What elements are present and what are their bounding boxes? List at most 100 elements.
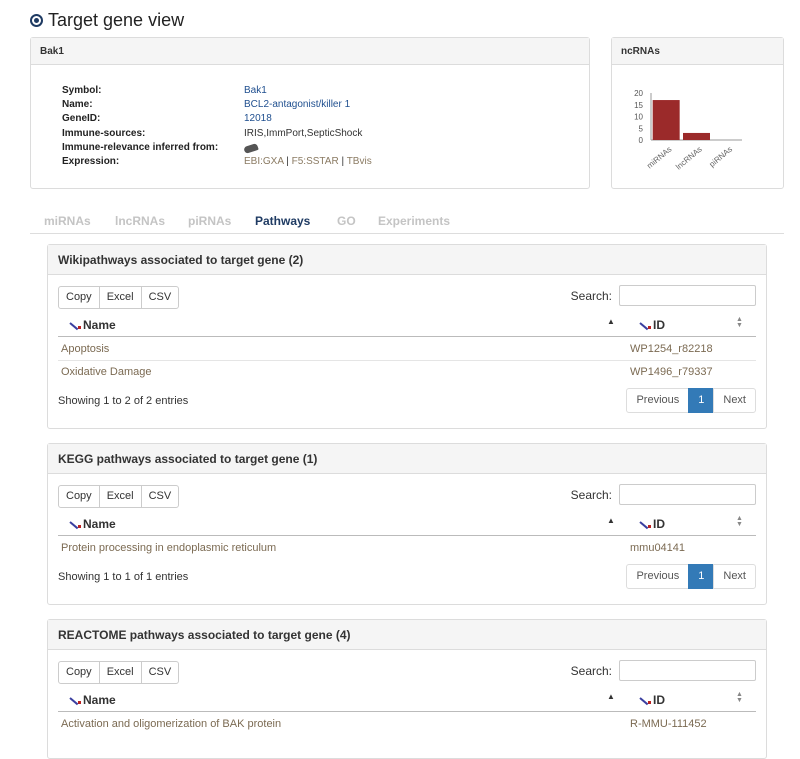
id-column-header[interactable]: ID (640, 318, 665, 332)
copy-button[interactable]: Copy (58, 661, 100, 684)
x-tick-label: piRNAs (708, 145, 735, 169)
pathway-name: Apoptosis (61, 343, 110, 355)
ebi-gxa-link[interactable]: EBI:GXA (244, 156, 283, 167)
next-page-button[interactable]: Next (713, 388, 756, 413)
page-title-text: Target gene view (48, 10, 185, 30)
sort-icon (640, 520, 651, 528)
table-row: Protein processing in endoplasmic reticu… (58, 537, 756, 560)
search-label: Search: (570, 289, 612, 303)
id-column-header[interactable]: ID (640, 517, 665, 531)
y-tick-label: 10 (634, 113, 643, 122)
x-tick-label: miRNAs (645, 145, 673, 171)
previous-page-button[interactable]: Previous (626, 564, 690, 589)
expression-separator: | (341, 155, 345, 167)
y-tick-label: 5 (639, 124, 644, 133)
excel-button[interactable]: Excel (98, 661, 142, 684)
reactome-panel: REACTOME pathways associated to target g… (47, 619, 767, 759)
pathway-name: Protein processing in endoplasmic reticu… (61, 542, 277, 554)
csv-button[interactable]: CSV (140, 661, 180, 684)
table-row: Activation and oligomerization of BAK pr… (58, 713, 756, 736)
table-header: Name ▲ ID ▲ ▼ (58, 315, 756, 337)
page-1-button[interactable]: 1 (688, 388, 715, 413)
immune-sources-value: IRIS,ImmPort,SepticShock (244, 127, 363, 139)
ncrna-bar-chart: 0 5 10 15 20 miRNAs lncRNAs piRNAs (634, 89, 742, 172)
tab-pathways[interactable]: Pathways (255, 214, 310, 228)
sort-asc-icon[interactable]: ▲ (607, 317, 615, 326)
pathway-id: R-MMU-111452 (630, 718, 707, 730)
id-column-header[interactable]: ID (640, 693, 665, 707)
gene-symbol-row: Symbol: Bak1 (62, 85, 372, 99)
expression-row: Expression: EBI:GXA | F5:SSTAR | TBvis (62, 156, 372, 170)
tbvis-link[interactable]: TBvis (347, 156, 372, 167)
immune-sources-row: Immune-sources: IRIS,ImmPort,SepticShock (62, 128, 372, 142)
excel-button[interactable]: Excel (98, 286, 142, 309)
sort-icon (70, 696, 81, 704)
symbol-link[interactable]: Bak1 (244, 85, 267, 96)
table-row: Oxidative Damage WP1496_r79337 (58, 361, 756, 384)
panel-title: Wikipathways associated to target gene (… (48, 245, 766, 275)
pagination: Previous 1 Next (626, 388, 756, 413)
table-info: Showing 1 to 1 of 1 entries (58, 571, 189, 583)
sort-both-icon[interactable]: ▲ ▼ (736, 691, 743, 704)
search-input[interactable] (619, 660, 756, 681)
table-header: Name ▲ ID ▲ ▼ (58, 514, 756, 536)
y-tick-label: 0 (639, 136, 644, 145)
target-icon (30, 14, 43, 27)
pathway-id: mmu04141 (630, 542, 686, 554)
bar-mirnas (652, 100, 680, 140)
search-label: Search: (570, 664, 612, 678)
sort-asc-icon[interactable]: ▲ (607, 516, 615, 525)
copy-button[interactable]: Copy (58, 286, 100, 309)
x-tick-label: lncRNAs (674, 145, 704, 172)
tab-mirnas[interactable]: miRNAs (44, 214, 91, 228)
sort-asc-icon[interactable]: ▲ (607, 692, 615, 701)
search-input[interactable] (619, 285, 756, 306)
pathway-id: WP1254_r82218 (630, 343, 713, 355)
csv-button[interactable]: CSV (140, 485, 180, 508)
sort-both-icon[interactable]: ▲ ▼ (736, 316, 743, 329)
table-row: Apoptosis WP1254_r82218 (58, 338, 756, 361)
immune-relevance-row: Immune-relevance inferred from: (62, 142, 372, 156)
gene-name-link[interactable]: BCL2-antagonist/killer 1 (244, 99, 350, 110)
csv-button[interactable]: CSV (140, 286, 180, 309)
kegg-panel: KEGG pathways associated to target gene … (47, 443, 767, 605)
sort-icon (640, 321, 651, 329)
f5-sstar-link[interactable]: F5:SSTAR (292, 156, 339, 167)
export-buttons: Copy Excel CSV (58, 286, 180, 309)
ncrna-panel-heading: ncRNAs (612, 38, 783, 65)
search-input[interactable] (619, 484, 756, 505)
search-label: Search: (570, 488, 612, 502)
geneid-label: GeneID: (62, 113, 101, 125)
panel-title: REACTOME pathways associated to target g… (48, 620, 766, 650)
next-page-button[interactable]: Next (713, 564, 756, 589)
pathway-name: Oxidative Damage (61, 366, 152, 378)
gene-panel-heading: Bak1 (31, 38, 589, 65)
tab-lncrnas[interactable]: lncRNAs (115, 214, 165, 228)
sort-icon (640, 696, 651, 704)
name-column-header[interactable]: Name (70, 693, 116, 707)
y-tick-label: 20 (634, 89, 643, 98)
export-buttons: Copy Excel CSV (58, 661, 180, 684)
name-label: Name: (62, 99, 93, 111)
tab-pirnas[interactable]: piRNAs (188, 214, 231, 228)
geneid-link[interactable]: 12018 (244, 113, 272, 124)
symbol-label: Symbol: (62, 85, 102, 96)
name-column-header[interactable]: Name (70, 517, 116, 531)
tab-go[interactable]: GO (337, 214, 356, 228)
expression-label: Expression: (62, 155, 120, 167)
page-1-button[interactable]: 1 (688, 564, 715, 589)
name-column-header[interactable]: Name (70, 318, 116, 332)
pagination: Previous 1 Next (626, 564, 756, 589)
copy-button[interactable]: Copy (58, 485, 100, 508)
expression-separator: | (286, 155, 289, 167)
tab-bar: miRNAs lncRNAs piRNAs Pathways GO Experi… (30, 210, 784, 234)
wikipathways-panel: Wikipathways associated to target gene (… (47, 244, 767, 429)
table-info: Showing 1 to 2 of 2 entries (58, 395, 189, 407)
excel-button[interactable]: Excel (98, 485, 142, 508)
gene-name-row: Name: BCL2-antagonist/killer 1 (62, 99, 372, 113)
page-title: Target gene view (30, 10, 184, 31)
tab-experiments[interactable]: Experiments (378, 214, 450, 228)
sort-icon (70, 520, 81, 528)
previous-page-button[interactable]: Previous (626, 388, 690, 413)
sort-both-icon[interactable]: ▲ ▼ (736, 515, 743, 528)
